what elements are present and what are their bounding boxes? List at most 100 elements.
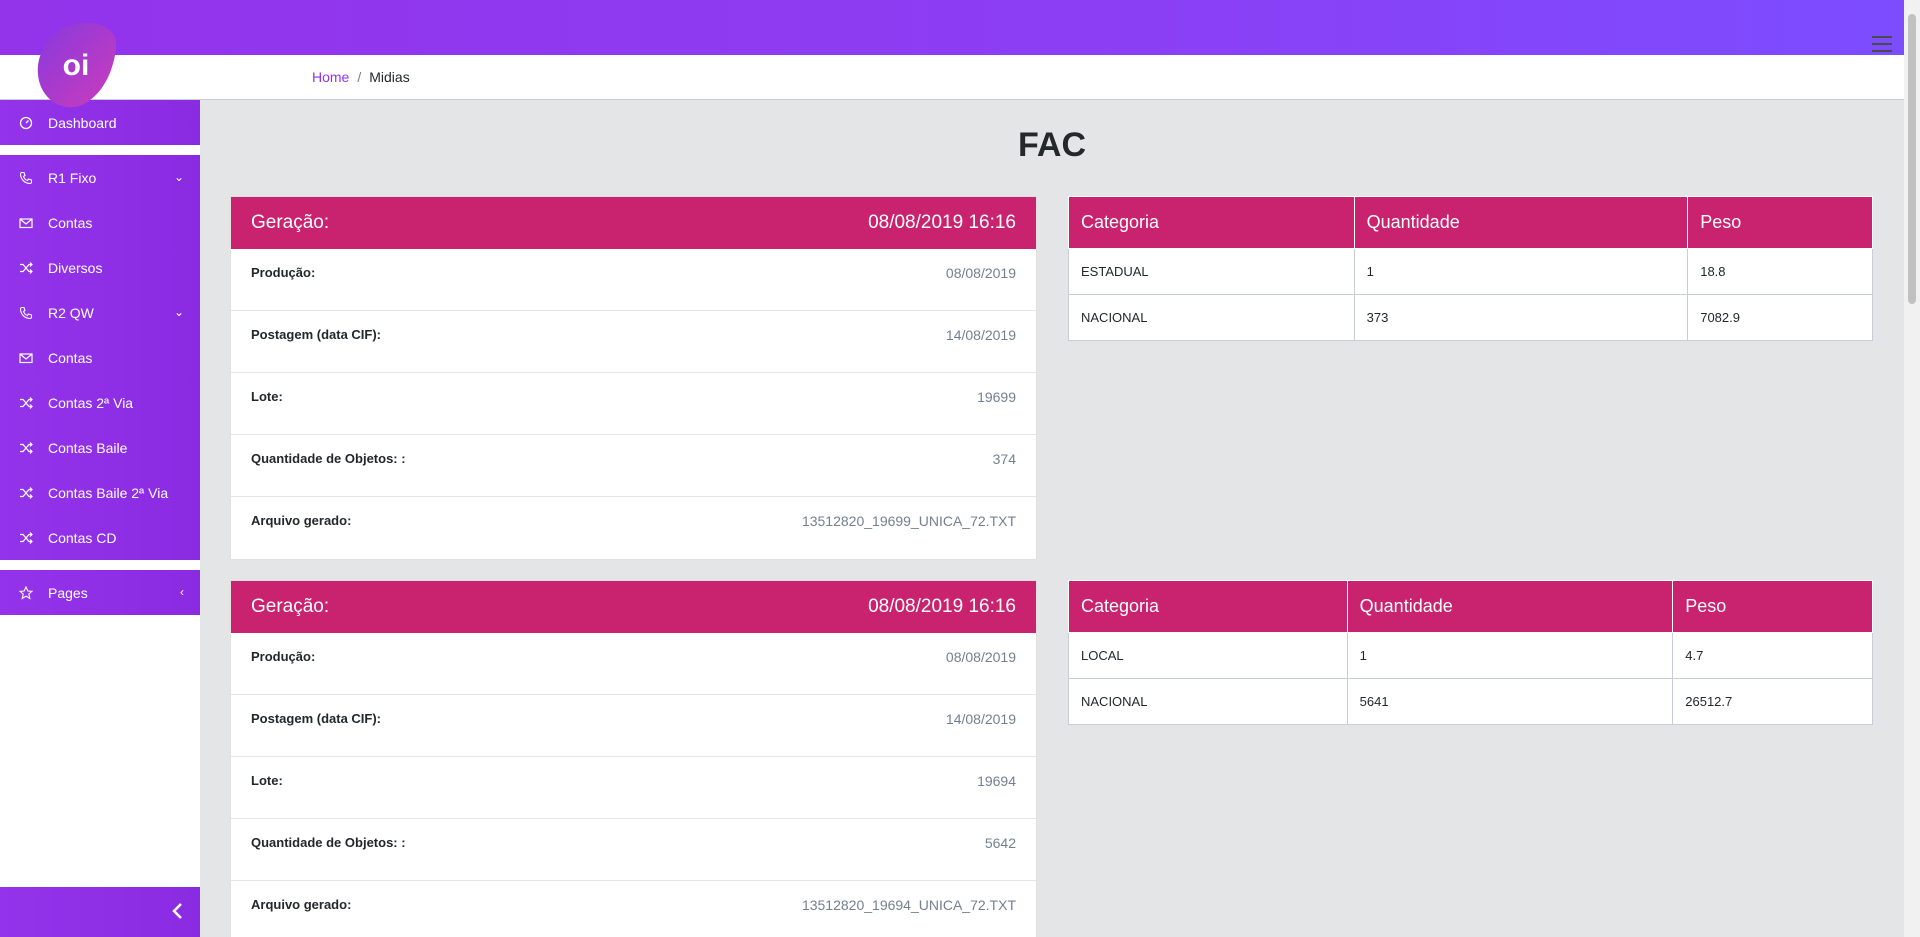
sidebar-item-label: Contas	[48, 214, 93, 231]
card-header-label: Geração:	[251, 212, 330, 233]
column-header: Quantidade	[1346, 580, 1674, 633]
sidebar-item-r2-qw[interactable]: R2 QW ⌄	[0, 290, 200, 335]
speedometer-icon	[18, 115, 34, 131]
table-cell: NACIONAL	[1068, 678, 1348, 725]
sidebar-item-label: Contas	[48, 349, 93, 366]
column-header: Quantidade	[1353, 196, 1689, 249]
table-cell: 18.8	[1687, 248, 1873, 295]
chevron-left-icon: ‹	[180, 585, 184, 599]
row-value: 5642	[984, 835, 1016, 851]
card-header-label: Geração:	[251, 596, 330, 617]
generation-card: Geração: 08/08/2019 16:16 Produção: 08/08…	[230, 580, 1037, 937]
sidebar-item-label: Contas CD	[48, 529, 117, 546]
breadcrumb-home-link[interactable]: Home	[312, 69, 349, 85]
page-scrollbar[interactable]	[1904, 0, 1920, 937]
phone-icon	[18, 170, 34, 186]
table-cell: LOCAL	[1068, 632, 1348, 679]
row-label: Arquivo gerado:	[251, 513, 352, 528]
card-row: Produção: 08/08/2019	[231, 633, 1036, 695]
row-value: 08/08/2019	[945, 265, 1016, 281]
card-header: Geração: 08/08/2019 16:16	[231, 581, 1036, 633]
card-row: Arquivo gerado: 13512820_19699_UNICA_72.T…	[231, 497, 1036, 559]
sidebar-item-contas-baile-2-via[interactable]: Contas Baile 2ª Via	[0, 470, 200, 515]
sidebar-item-label: Contas Baile	[48, 439, 128, 456]
table-cell: 4.7	[1672, 632, 1873, 679]
breadcrumb-bar: Home / Midias	[0, 55, 1904, 100]
sidebar-item-contas-r1[interactable]: Contas	[0, 200, 200, 245]
table-cell: 1	[1353, 248, 1689, 295]
sidebar-item-label: Contas 2ª Via	[48, 394, 134, 411]
sidebar-group-main: R1 Fixo ⌄ Contas Diversos R2 QW ⌄ Contas…	[0, 155, 200, 560]
card-row: Produção: 08/08/2019	[231, 249, 1036, 311]
breadcrumb-separator: /	[357, 69, 362, 85]
top-header-bar	[0, 0, 1920, 55]
chevron-down-icon: ⌄	[173, 305, 184, 319]
row-label: Postagem (data CIF):	[251, 711, 382, 726]
card-row: Lote: 19694	[231, 757, 1036, 819]
row-label: Quantidade de Objetos: :	[251, 835, 406, 850]
breadcrumb: Home / Midias	[312, 69, 410, 85]
star-icon	[18, 585, 34, 601]
table-header-row: Categoria Quantidade Peso	[1068, 196, 1873, 249]
card-header-value: 08/08/2019 16:16	[868, 596, 1016, 617]
row-label: Arquivo gerado:	[251, 897, 352, 912]
card-row: Arquivo gerado: 13512820_19694_UNICA_72.T…	[231, 881, 1036, 937]
scrollbar-thumb[interactable]	[1908, 14, 1916, 304]
row-value: 14/08/2019	[945, 327, 1016, 343]
sidebar-item-label: Contas Baile 2ª Via	[48, 484, 169, 501]
chevron-left-icon	[170, 901, 184, 926]
hamburger-menu-icon[interactable]	[1872, 36, 1892, 52]
row-value: 14/08/2019	[945, 711, 1016, 727]
sidebar-item-label: Diversos	[48, 259, 103, 276]
generation-card: Geração: 08/08/2019 16:16 Produção: 08/08…	[230, 196, 1037, 560]
logo-text: oi	[63, 49, 90, 82]
sidebar-item-pages[interactable]: Pages ‹	[0, 570, 200, 615]
row-value: 374	[992, 451, 1016, 467]
table-cell: 26512.7	[1672, 678, 1873, 725]
table-row: NACIONAL 373 7082.9	[1068, 294, 1873, 341]
table-cell: ESTADUAL	[1068, 248, 1355, 295]
shuffle-icon	[18, 485, 34, 501]
row-value: 13512820_19699_UNICA_72.TXT	[801, 513, 1016, 529]
row-label: Quantidade de Objetos: :	[251, 451, 406, 466]
column-header: Categoria	[1068, 580, 1348, 633]
row-value: 19694	[977, 773, 1016, 789]
table-cell: 373	[1353, 294, 1689, 341]
category-table: Categoria Quantidade Peso LOCAL 1 4.7 NA…	[1068, 580, 1873, 725]
sidebar-item-label: Dashboard	[48, 114, 117, 131]
card-header-value: 08/08/2019 16:16	[868, 212, 1016, 233]
card-row: Quantidade de Objetos: : 5642	[231, 819, 1036, 881]
shuffle-icon	[18, 440, 34, 456]
chevron-down-icon: ⌄	[173, 170, 184, 184]
sidebar-minimizer[interactable]	[0, 887, 200, 937]
shuffle-icon	[18, 260, 34, 276]
sidebar-item-diversos[interactable]: Diversos	[0, 245, 200, 290]
row-value: 13512820_19694_UNICA_72.TXT	[801, 897, 1016, 913]
sidebar-item-contas-2-via[interactable]: Contas 2ª Via	[0, 380, 200, 425]
oi-logo[interactable]: oi	[36, 22, 118, 108]
column-header: Categoria	[1068, 196, 1355, 249]
table-row: ESTADUAL 1 18.8	[1068, 248, 1873, 295]
row-label: Produção:	[251, 649, 316, 664]
sidebar: Dashboard R1 Fixo ⌄ Contas Diversos R2 Q…	[0, 100, 200, 937]
sidebar-item-label: Pages	[48, 584, 88, 601]
sidebar-item-contas-baile[interactable]: Contas Baile	[0, 425, 200, 470]
sidebar-item-contas-cd[interactable]: Contas CD	[0, 515, 200, 560]
card-row: Postagem (data CIF): 14/08/2019	[231, 695, 1036, 757]
card-row: Lote: 19699	[231, 373, 1036, 435]
table-cell: 7082.9	[1687, 294, 1873, 341]
table-row: LOCAL 1 4.7	[1068, 632, 1873, 679]
card-row: Quantidade de Objetos: : 374	[231, 435, 1036, 497]
shuffle-icon	[18, 530, 34, 546]
category-table: Categoria Quantidade Peso ESTADUAL 1 18.…	[1068, 196, 1873, 341]
row-value: 08/08/2019	[945, 649, 1016, 665]
row-value: 19699	[977, 389, 1016, 405]
page-title: FAC	[1018, 126, 1086, 164]
row-label: Postagem (data CIF):	[251, 327, 382, 342]
sidebar-item-r1-fixo[interactable]: R1 Fixo ⌄	[0, 155, 200, 200]
sidebar-item-contas-r2[interactable]: Contas	[0, 335, 200, 380]
sidebar-item-label: R1 Fixo	[48, 169, 97, 186]
column-header: Peso	[1672, 580, 1873, 633]
shuffle-icon	[18, 395, 34, 411]
row-label: Produção:	[251, 265, 316, 280]
